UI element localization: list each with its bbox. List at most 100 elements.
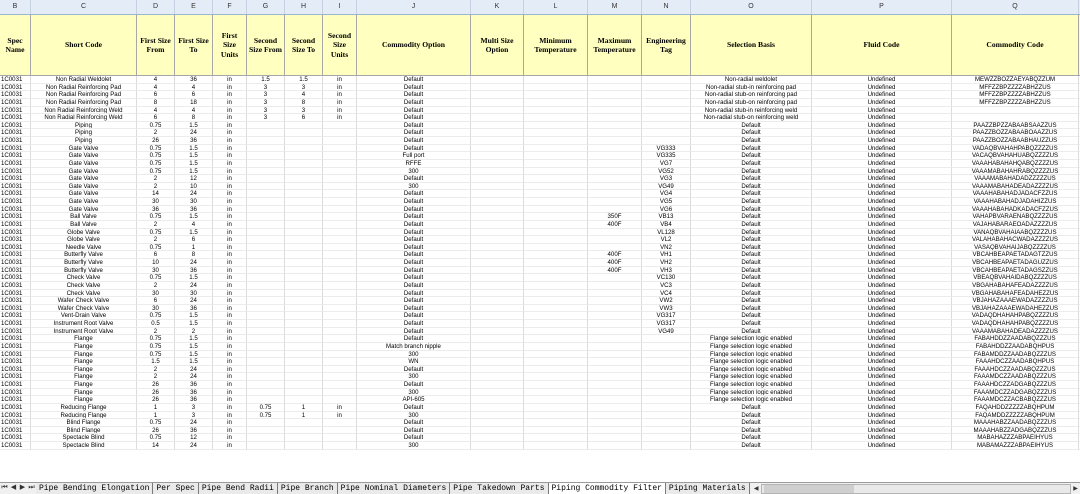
- table-cell[interactable]: Undefined: [812, 114, 952, 122]
- table-cell[interactable]: [323, 129, 357, 137]
- table-cell[interactable]: 12: [175, 434, 213, 442]
- table-cell[interactable]: 1.5: [175, 152, 213, 160]
- table-cell[interactable]: [247, 266, 285, 275]
- table-cell[interactable]: [524, 320, 588, 328]
- table-cell[interactable]: 3: [175, 411, 213, 420]
- table-cell[interactable]: [524, 190, 588, 198]
- table-cell[interactable]: Non-radial stub-on reinforcing weld: [691, 114, 812, 122]
- table-cell[interactable]: [247, 190, 285, 198]
- table-cell[interactable]: [524, 388, 588, 397]
- table-cell[interactable]: [247, 381, 285, 389]
- table-cell[interactable]: 4: [175, 106, 213, 115]
- table-cell[interactable]: [285, 327, 323, 336]
- table-cell[interactable]: 0.75: [247, 411, 285, 420]
- table-cell[interactable]: Default: [691, 327, 812, 336]
- table-cell[interactable]: [285, 167, 323, 176]
- column-letter-c[interactable]: C: [31, 0, 137, 14]
- table-cell[interactable]: [247, 236, 285, 244]
- table-cell[interactable]: [323, 434, 357, 442]
- table-cell[interactable]: VC4: [642, 289, 691, 298]
- table-cell[interactable]: Undefined: [812, 259, 952, 267]
- table-cell[interactable]: 1C0031: [0, 335, 31, 343]
- table-cell[interactable]: [285, 259, 323, 267]
- table-cell[interactable]: [642, 350, 691, 359]
- table-cell[interactable]: 1C0031: [0, 236, 31, 244]
- table-cell[interactable]: [247, 213, 285, 221]
- table-cell[interactable]: 1C0031: [0, 152, 31, 160]
- table-cell[interactable]: [524, 350, 588, 359]
- table-cell[interactable]: 0.75: [137, 167, 175, 176]
- table-cell[interactable]: 2: [137, 220, 175, 229]
- table-cell[interactable]: Undefined: [812, 175, 952, 183]
- table-cell[interactable]: [471, 304, 524, 313]
- table-cell[interactable]: in: [213, 358, 247, 366]
- table-cell[interactable]: VG49: [642, 182, 691, 191]
- table-cell[interactable]: [285, 312, 323, 320]
- table-cell[interactable]: Undefined: [812, 83, 952, 92]
- table-cell[interactable]: 1.5: [175, 320, 213, 328]
- table-cell[interactable]: [285, 396, 323, 404]
- table-cell[interactable]: [642, 388, 691, 397]
- column-letter-h[interactable]: H: [285, 0, 323, 14]
- table-cell[interactable]: VAAAMABAHADEADAZZZZUS: [952, 327, 1079, 336]
- table-cell[interactable]: 3: [175, 403, 213, 412]
- table-cell[interactable]: [524, 281, 588, 290]
- table-cell[interactable]: 1C0031: [0, 434, 31, 442]
- table-cell[interactable]: [642, 76, 691, 84]
- table-cell[interactable]: [471, 213, 524, 221]
- table-cell[interactable]: [247, 251, 285, 259]
- table-cell[interactable]: VBCAHBEAPAETADAGSZZUS: [952, 266, 1079, 275]
- table-cell[interactable]: [285, 152, 323, 160]
- table-cell[interactable]: 1C0031: [0, 137, 31, 145]
- table-cell[interactable]: [642, 98, 691, 107]
- table-cell[interactable]: Non Radial Reinforcing Pad: [31, 83, 137, 92]
- table-cell[interactable]: 0.75: [137, 159, 175, 168]
- table-cell[interactable]: [285, 281, 323, 290]
- table-cell[interactable]: [642, 129, 691, 137]
- table-cell[interactable]: [323, 137, 357, 145]
- table-cell[interactable]: [642, 121, 691, 130]
- table-cell[interactable]: FAQAHDDZZZZZABQHPUM: [952, 403, 1079, 412]
- table-cell[interactable]: 1C0031: [0, 312, 31, 320]
- table-cell[interactable]: [471, 114, 524, 122]
- column-letter-j[interactable]: J: [357, 0, 471, 14]
- table-cell[interactable]: VN2: [642, 243, 691, 252]
- table-cell[interactable]: 36: [175, 266, 213, 275]
- table-cell[interactable]: Flange: [31, 350, 137, 359]
- table-cell[interactable]: Default: [691, 175, 812, 183]
- table-cell[interactable]: 36: [137, 205, 175, 214]
- table-cell[interactable]: [471, 335, 524, 343]
- table-cell[interactable]: 8: [137, 98, 175, 107]
- table-cell[interactable]: 0.75: [137, 312, 175, 320]
- table-cell[interactable]: [524, 114, 588, 122]
- table-cell[interactable]: in: [213, 396, 247, 404]
- table-cell[interactable]: 6: [137, 251, 175, 259]
- table-cell[interactable]: [323, 388, 357, 397]
- table-cell[interactable]: in: [323, 411, 357, 420]
- table-cell[interactable]: [588, 76, 642, 84]
- table-cell[interactable]: [642, 434, 691, 442]
- table-cell[interactable]: [247, 396, 285, 404]
- table-cell[interactable]: 1C0031: [0, 114, 31, 122]
- table-cell[interactable]: [524, 411, 588, 420]
- table-cell[interactable]: [323, 350, 357, 359]
- table-cell[interactable]: [588, 205, 642, 214]
- sheet-tab[interactable]: Pipe Nominal Diameters: [337, 483, 451, 494]
- table-cell[interactable]: Undefined: [812, 228, 952, 237]
- table-cell[interactable]: [588, 129, 642, 137]
- table-cell[interactable]: [642, 373, 691, 381]
- table-cell[interactable]: 6: [175, 236, 213, 244]
- table-cell[interactable]: Default: [691, 419, 812, 427]
- table-cell[interactable]: MEWZZBOZZAEYABQZZUM: [952, 76, 1079, 84]
- table-cell[interactable]: [524, 144, 588, 153]
- table-cell[interactable]: in: [213, 220, 247, 229]
- table-cell[interactable]: [471, 350, 524, 359]
- table-cell[interactable]: 350F: [588, 213, 642, 221]
- table-cell[interactable]: 1C0031: [0, 182, 31, 191]
- table-cell[interactable]: 1C0031: [0, 381, 31, 389]
- header-cell[interactable]: Short Code: [31, 15, 137, 76]
- table-cell[interactable]: Undefined: [812, 442, 952, 450]
- table-cell[interactable]: 0.75: [247, 403, 285, 412]
- table-cell[interactable]: VALAHABAHACWADAZZZZUS: [952, 236, 1079, 244]
- table-cell[interactable]: VACAQBVAHAHUABQZZZZUS: [952, 152, 1079, 160]
